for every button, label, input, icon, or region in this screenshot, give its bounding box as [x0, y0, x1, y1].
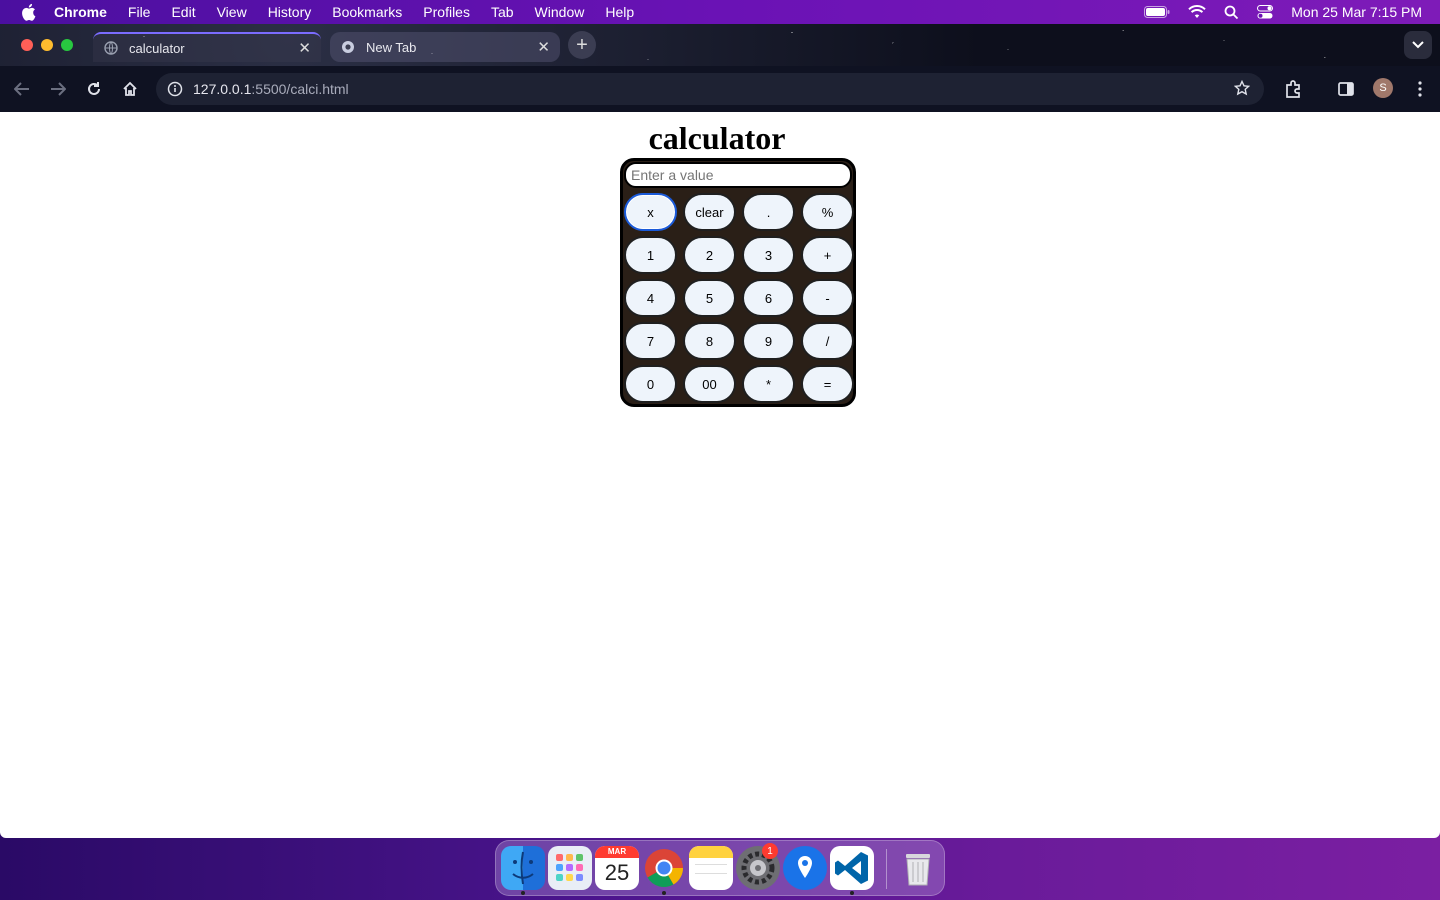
apple-icon[interactable] [18, 2, 38, 22]
chrome-icon [340, 39, 356, 55]
menu-tab[interactable]: Tab [491, 4, 514, 20]
globe-icon [103, 40, 119, 56]
trash-icon[interactable] [896, 846, 940, 890]
menu-bookmarks[interactable]: Bookmarks [332, 4, 402, 20]
close-tab-icon[interactable]: ✕ [537, 38, 550, 56]
key-clear[interactable]: clear [683, 193, 736, 231]
launchpad-icon[interactable] [548, 846, 592, 890]
key-multiply[interactable]: * [742, 365, 795, 403]
control-center-icon[interactable] [1257, 5, 1274, 19]
battery-icon[interactable] [1144, 6, 1170, 18]
menu-window[interactable]: Window [535, 4, 585, 20]
menu-help[interactable]: Help [605, 4, 634, 20]
key-minus[interactable]: - [801, 279, 854, 317]
notes-icon[interactable] [689, 846, 733, 890]
url-host: 127.0.0.1 [193, 81, 252, 97]
calendar-icon[interactable]: MAR 25 [595, 846, 639, 890]
back-arrow-icon[interactable] [10, 77, 34, 101]
tab-search-button[interactable] [1404, 31, 1432, 59]
close-tab-icon[interactable]: ✕ [298, 39, 311, 57]
wifi-icon[interactable] [1188, 5, 1206, 19]
menu-edit[interactable]: Edit [171, 4, 195, 20]
reload-icon[interactable] [82, 77, 106, 101]
key-9[interactable]: 9 [742, 322, 795, 360]
key-decimal[interactable]: . [742, 193, 795, 231]
tab-title: calculator [129, 40, 185, 56]
menu-history[interactable]: History [268, 4, 312, 20]
tab-calculator[interactable]: calculator ✕ [93, 32, 321, 62]
chevron-down-icon [1412, 41, 1424, 49]
forward-arrow-icon[interactable] [46, 77, 70, 101]
running-indicator [521, 891, 525, 895]
key-percent[interactable]: % [801, 193, 854, 231]
side-panel-icon[interactable] [1334, 77, 1358, 101]
more-options-icon[interactable] [1408, 77, 1432, 101]
new-tab-button[interactable]: + [568, 31, 596, 59]
minimize-window-button[interactable] [41, 39, 53, 51]
key-x[interactable]: x [624, 193, 677, 231]
menubar-clock[interactable]: Mon 25 Mar 7:15 PM [1291, 4, 1422, 20]
finder-icon[interactable] [501, 846, 545, 890]
calculator-display-input[interactable] [624, 162, 852, 188]
url-path: :5500/calci.html [251, 81, 349, 97]
key-plus[interactable]: + [801, 236, 854, 274]
calendar-month: MAR [595, 846, 639, 858]
page-title: calculator [648, 120, 786, 156]
chrome-icon[interactable] [642, 846, 686, 890]
key-4[interactable]: 4 [624, 279, 677, 317]
key-1[interactable]: 1 [624, 236, 677, 274]
maps-icon[interactable] [783, 846, 827, 890]
key-divide[interactable]: / [801, 322, 854, 360]
key-3[interactable]: 3 [742, 236, 795, 274]
menu-file[interactable]: File [128, 4, 151, 20]
extensions-icon[interactable] [1281, 77, 1305, 101]
close-window-button[interactable] [21, 39, 33, 51]
menu-profiles[interactable]: Profiles [423, 4, 470, 20]
menu-view[interactable]: View [217, 4, 247, 20]
address-bar[interactable]: 127.0.0.1:5500/calci.html [156, 73, 1264, 105]
bookmark-star-icon[interactable] [1233, 79, 1251, 99]
tab-bar: calculator ✕ New Tab ✕ [0, 24, 1440, 66]
key-2[interactable]: 2 [683, 236, 736, 274]
menubar: Chrome File Edit View History Bookmarks … [0, 0, 1440, 24]
key-8[interactable]: 8 [683, 322, 736, 360]
notification-badge: 1 [762, 843, 778, 859]
fullscreen-window-button[interactable] [61, 39, 73, 51]
menu-app-name[interactable]: Chrome [54, 4, 107, 20]
key-equals[interactable]: = [801, 365, 854, 403]
key-7[interactable]: 7 [624, 322, 677, 360]
tab-new-tab[interactable]: New Tab ✕ [330, 32, 560, 62]
page-content: calculator x clear . % 1 2 3 + 4 5 6 - 7… [0, 112, 1440, 838]
key-5[interactable]: 5 [683, 279, 736, 317]
spotlight-search-icon[interactable] [1224, 5, 1239, 20]
home-icon[interactable] [118, 77, 142, 101]
key-0[interactable]: 0 [624, 365, 677, 403]
running-indicator [850, 891, 854, 895]
calendar-day: 25 [604, 860, 630, 885]
vscode-icon[interactable] [830, 846, 874, 890]
profile-avatar[interactable]: S [1373, 78, 1393, 98]
dock-separator [886, 849, 887, 889]
dock: MAR 25 1 [495, 840, 945, 896]
key-6[interactable]: 6 [742, 279, 795, 317]
calculator: x clear . % 1 2 3 + 4 5 6 - 7 8 9 / 0 00… [620, 158, 856, 407]
site-info-icon[interactable] [165, 79, 185, 99]
running-indicator [662, 891, 666, 895]
key-00[interactable]: 00 [683, 365, 736, 403]
tab-title: New Tab [366, 39, 417, 55]
